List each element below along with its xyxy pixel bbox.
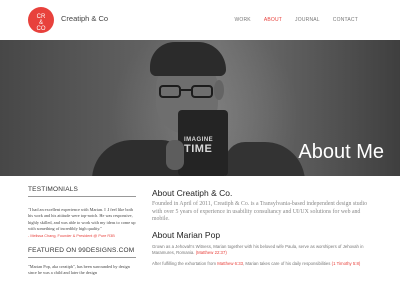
nav-item-journal[interactable]: JOURNAL [295,17,320,23]
main-content: About Creatiph & Co. Founded in April of… [152,188,372,268]
logo-circle-icon[interactable]: CR & CO [28,7,54,33]
hero-mug-text: IMAGINE TIME [184,136,213,155]
hero-ear [214,80,224,100]
brand-name[interactable]: Creatiph & Co [61,14,108,23]
main-nav: WORK ABOUT JOURNAL CONTACT [234,17,358,23]
scripture-link-matthew-6[interactable]: Matthew 6:33 [217,261,243,266]
paragraph-1-text: Grown as a Jehovah's Witness, Marian tog… [152,243,364,256]
scripture-link-timothy[interactable]: (1 Timothy 5:8) [332,261,361,266]
about-paragraph-1: Grown as a Jehovah's Witness, Marian tog… [152,244,372,257]
mug-text-line-2: TIME [184,143,213,155]
featured-text: "Marian Pop, aka creatiph", has been sur… [28,263,130,276]
about-company-lead: Founded in April of 2011, Creatiph & Co.… [152,201,368,223]
nav-item-contact[interactable]: CONTACT [333,17,358,23]
nav-item-work[interactable]: WORK [234,17,250,23]
testimonial-author[interactable]: - Melissa Chang, Founder & President @ P… [28,234,136,239]
scripture-link-matthew-22[interactable]: (Matthew 22:37) [196,250,227,255]
about-paragraph-2: After fulfilling the exhortation from Ma… [152,261,372,267]
paragraph-2-text: After fulfilling the exhortation from [152,261,217,267]
nav-item-about[interactable]: ABOUT [264,17,282,23]
logo-text-3: CO [36,26,46,32]
testimonials-heading: TESTIMONIALS [28,186,136,197]
paragraph-2-middle: , Marian takes care of his daily respons… [243,261,331,267]
about-marian-heading: About Marian Pop [152,229,221,240]
page-title: About Me [298,141,384,163]
about-company-heading: About Creatiph & Co. [152,188,233,198]
sidebar: TESTIMONIALS "I had an excellent experie… [28,186,136,276]
testimonial-quote: "I had an excellent experience with Mari… [28,207,136,232]
hero-hair [150,42,226,76]
hero-glasses [159,85,215,99]
featured-heading: FEATURED ON 99DESIGNS.COM [28,247,136,258]
hero-hand [166,140,184,170]
hero-banner: IMAGINE TIME About Me [0,40,400,176]
site-header: CR & CO Creatiph & Co WORK ABOUT JOURNAL… [0,0,400,40]
